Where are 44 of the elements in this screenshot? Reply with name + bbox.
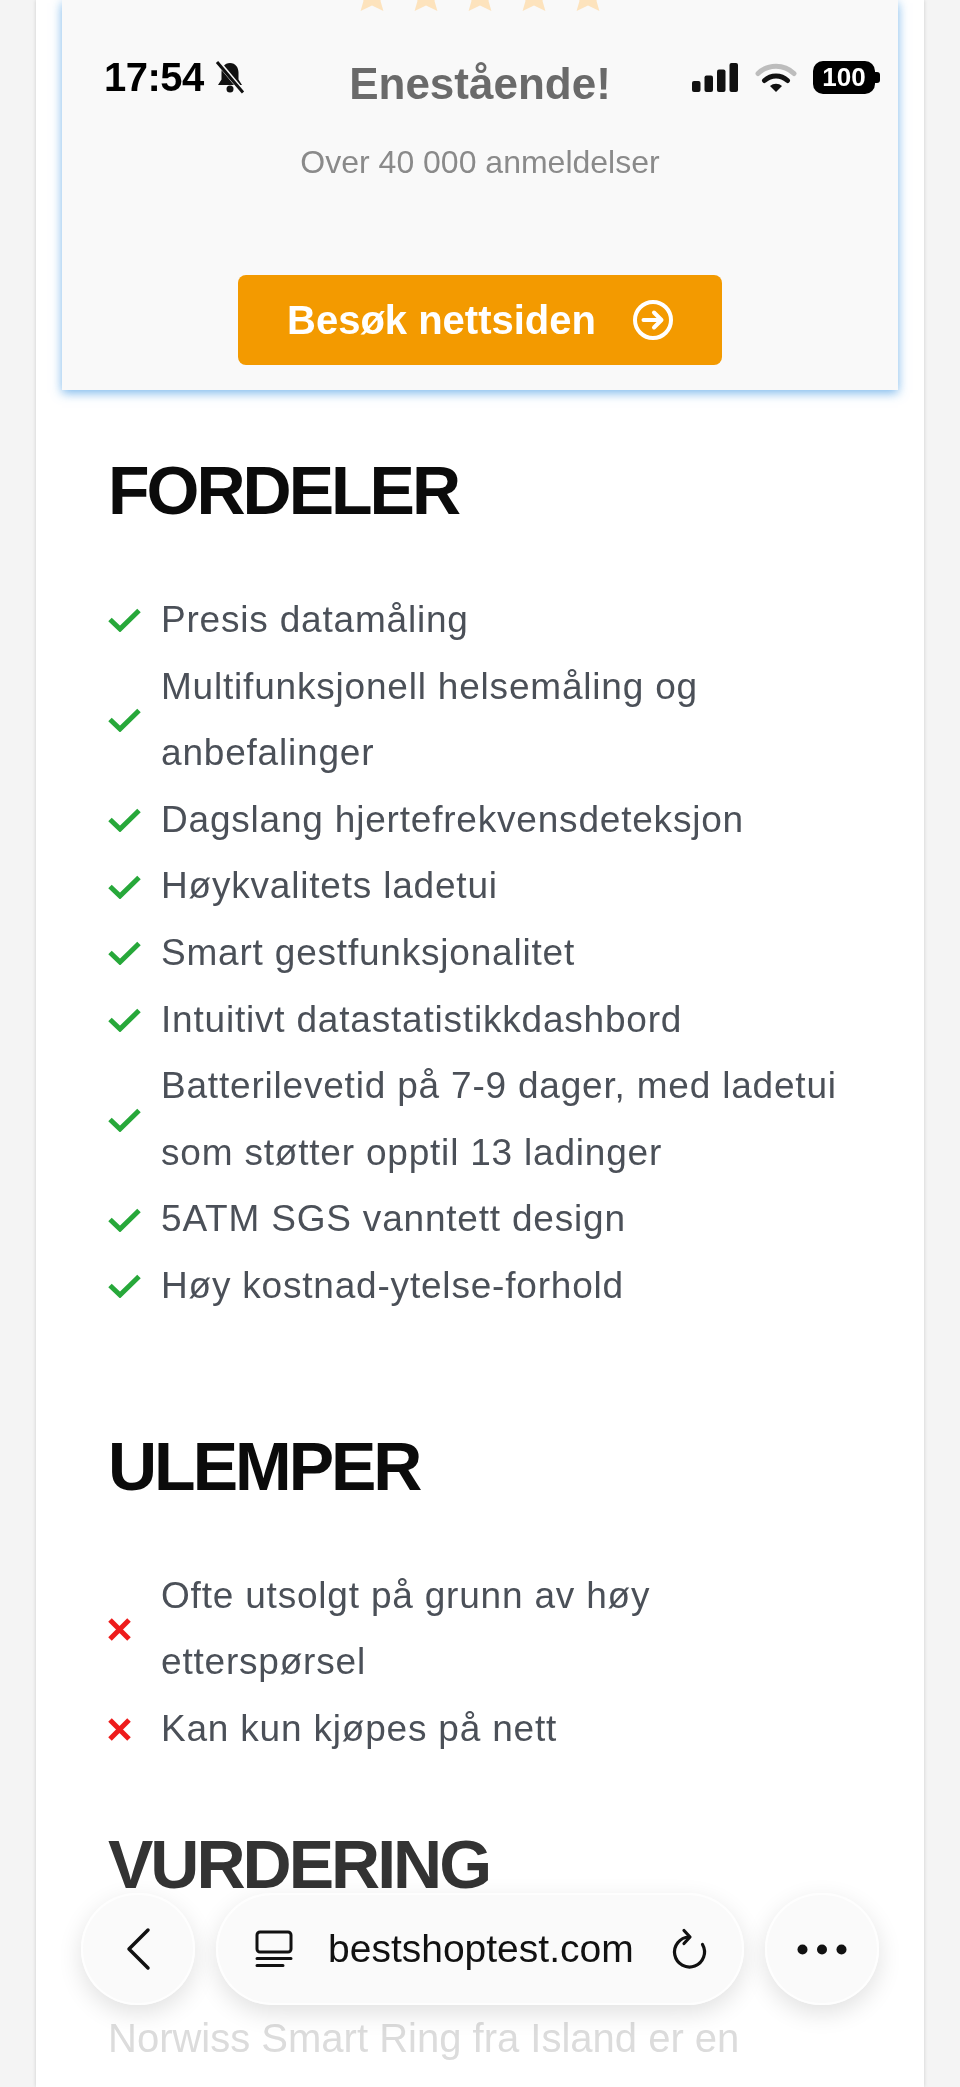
list-item-text: 5ATM SGS vanntett design xyxy=(161,1197,626,1242)
cross-icon xyxy=(108,1617,131,1641)
star-icon xyxy=(468,0,492,11)
star-icon xyxy=(576,0,600,11)
star-icon xyxy=(414,0,438,11)
list-item-text: Intuitivt datastatistikkdashbord xyxy=(161,997,683,1042)
list-item-text: Høy kostnad-ytelse-forhold xyxy=(161,1263,624,1308)
list-item-text: Multifunksjonell helsemåling og anbefalinger xyxy=(161,664,699,776)
arrow-right-circle-icon xyxy=(633,300,673,340)
clock-time: 17:54 xyxy=(104,57,204,97)
check-icon xyxy=(108,1207,141,1232)
list-item-text: Presis datamåling xyxy=(161,598,469,642)
list-item-text: Kan kun kjøpes på nett xyxy=(161,1706,558,1751)
star-icon xyxy=(360,0,384,11)
reload-icon[interactable] xyxy=(670,1927,708,1971)
check-icon xyxy=(108,874,141,899)
check-icon xyxy=(108,941,141,966)
check-icon xyxy=(108,1007,141,1032)
ellipsis-icon xyxy=(797,1943,847,1955)
list-item-text: Ofte utsolgt på grunn av høy etterspørsel xyxy=(161,1573,652,1685)
review-count: Over 40 000 anmeldelser xyxy=(300,143,660,181)
cross-icon xyxy=(108,1717,131,1741)
battery-indicator: 100 xyxy=(813,60,880,94)
list-item-text: Dagslang hjertefrekvensdeteksjon xyxy=(161,797,744,842)
star-icon xyxy=(522,0,546,11)
signal-icon xyxy=(692,62,738,92)
check-icon xyxy=(108,1274,141,1299)
address-bar[interactable]: bestshoptest.com xyxy=(216,1893,744,2005)
section-heading: FORDELER xyxy=(108,451,458,529)
wifi-icon xyxy=(755,62,797,92)
section-heading: VURDERING xyxy=(108,1838,490,1891)
check-icon xyxy=(108,1107,141,1132)
check-icon xyxy=(108,608,141,633)
url-text: bestshoptest.com xyxy=(328,1927,634,1971)
reader-icon[interactable] xyxy=(255,1930,293,1968)
list-item-text: Smart gestfunksjonalitet xyxy=(161,930,576,975)
rating-title: Enestående! xyxy=(349,58,611,110)
bell-slash-icon xyxy=(213,60,246,94)
list-item-text: Høykvalitets ladetui xyxy=(161,864,498,909)
check-icon xyxy=(108,708,141,733)
chevron-left-icon xyxy=(125,1927,151,1971)
section-heading: ULEMPER xyxy=(108,1426,420,1505)
list-item-text: Batterilevetid på 7-9 dager, med ladetui som støtter opptil 13 ladinger xyxy=(161,1064,838,1175)
check-icon xyxy=(108,808,141,833)
